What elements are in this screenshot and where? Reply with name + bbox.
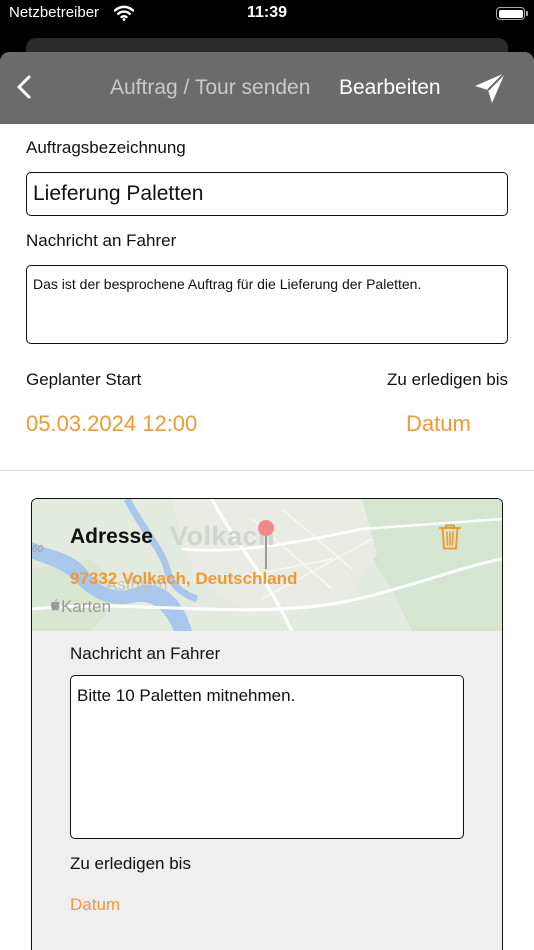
map-preview[interactable]: 60 Volkach Astheim Karten Adresse 97332 … xyxy=(32,499,502,631)
trash-icon[interactable] xyxy=(438,523,462,551)
send-order-sheet: Auftrag / Tour senden Bearbeiten Auftrag… xyxy=(0,52,534,950)
stop-due-label: Zu erledigen bis xyxy=(70,854,191,873)
map-attribution: Karten xyxy=(49,597,111,617)
nav-title: Auftrag / Tour senden xyxy=(110,76,311,99)
stop-address-title: Adresse xyxy=(70,525,153,548)
navigation-bar: Auftrag / Tour senden Bearbeiten xyxy=(0,52,534,124)
section-divider xyxy=(0,470,534,471)
battery-icon xyxy=(496,7,528,20)
stop-due-value[interactable]: Datum xyxy=(70,895,120,915)
back-chevron-icon[interactable] xyxy=(14,72,40,102)
status-bar: Netzbetreiber 11:39 xyxy=(0,0,534,30)
order-title-input[interactable]: Lieferung Paletten xyxy=(26,172,508,216)
planned-start-value[interactable]: 05.03.2024 12:00 xyxy=(26,411,197,437)
map-attribution-text: Karten xyxy=(61,597,112,616)
driver-message-label: Nachricht an Fahrer xyxy=(26,231,177,250)
driver-message-field[interactable]: Das ist der besprochene Auftrag für die … xyxy=(26,265,508,344)
edit-button[interactable]: Bearbeiten xyxy=(339,76,441,100)
clock: 11:39 xyxy=(246,4,288,21)
stop-address[interactable]: 97332 Volkach, Deutschland xyxy=(70,569,297,589)
stop-message-field[interactable]: Bitte 10 Paletten mitnehmen. xyxy=(70,675,464,839)
due-date-value[interactable]: Datum xyxy=(406,411,471,437)
apple-logo-icon xyxy=(51,599,60,611)
map-road-label: 60 xyxy=(32,544,44,555)
send-paperplane-icon[interactable] xyxy=(472,70,508,106)
due-date-label: Zu erledigen bis xyxy=(387,370,508,389)
stop-message-label: Nachricht an Fahrer xyxy=(70,644,221,663)
map-pin-icon xyxy=(258,520,274,569)
planned-start-label: Geplanter Start xyxy=(26,370,142,389)
order-title-label: Auftragsbezeichnung xyxy=(26,138,186,157)
stop-card: 60 Volkach Astheim Karten Adresse 97332 … xyxy=(31,498,503,950)
